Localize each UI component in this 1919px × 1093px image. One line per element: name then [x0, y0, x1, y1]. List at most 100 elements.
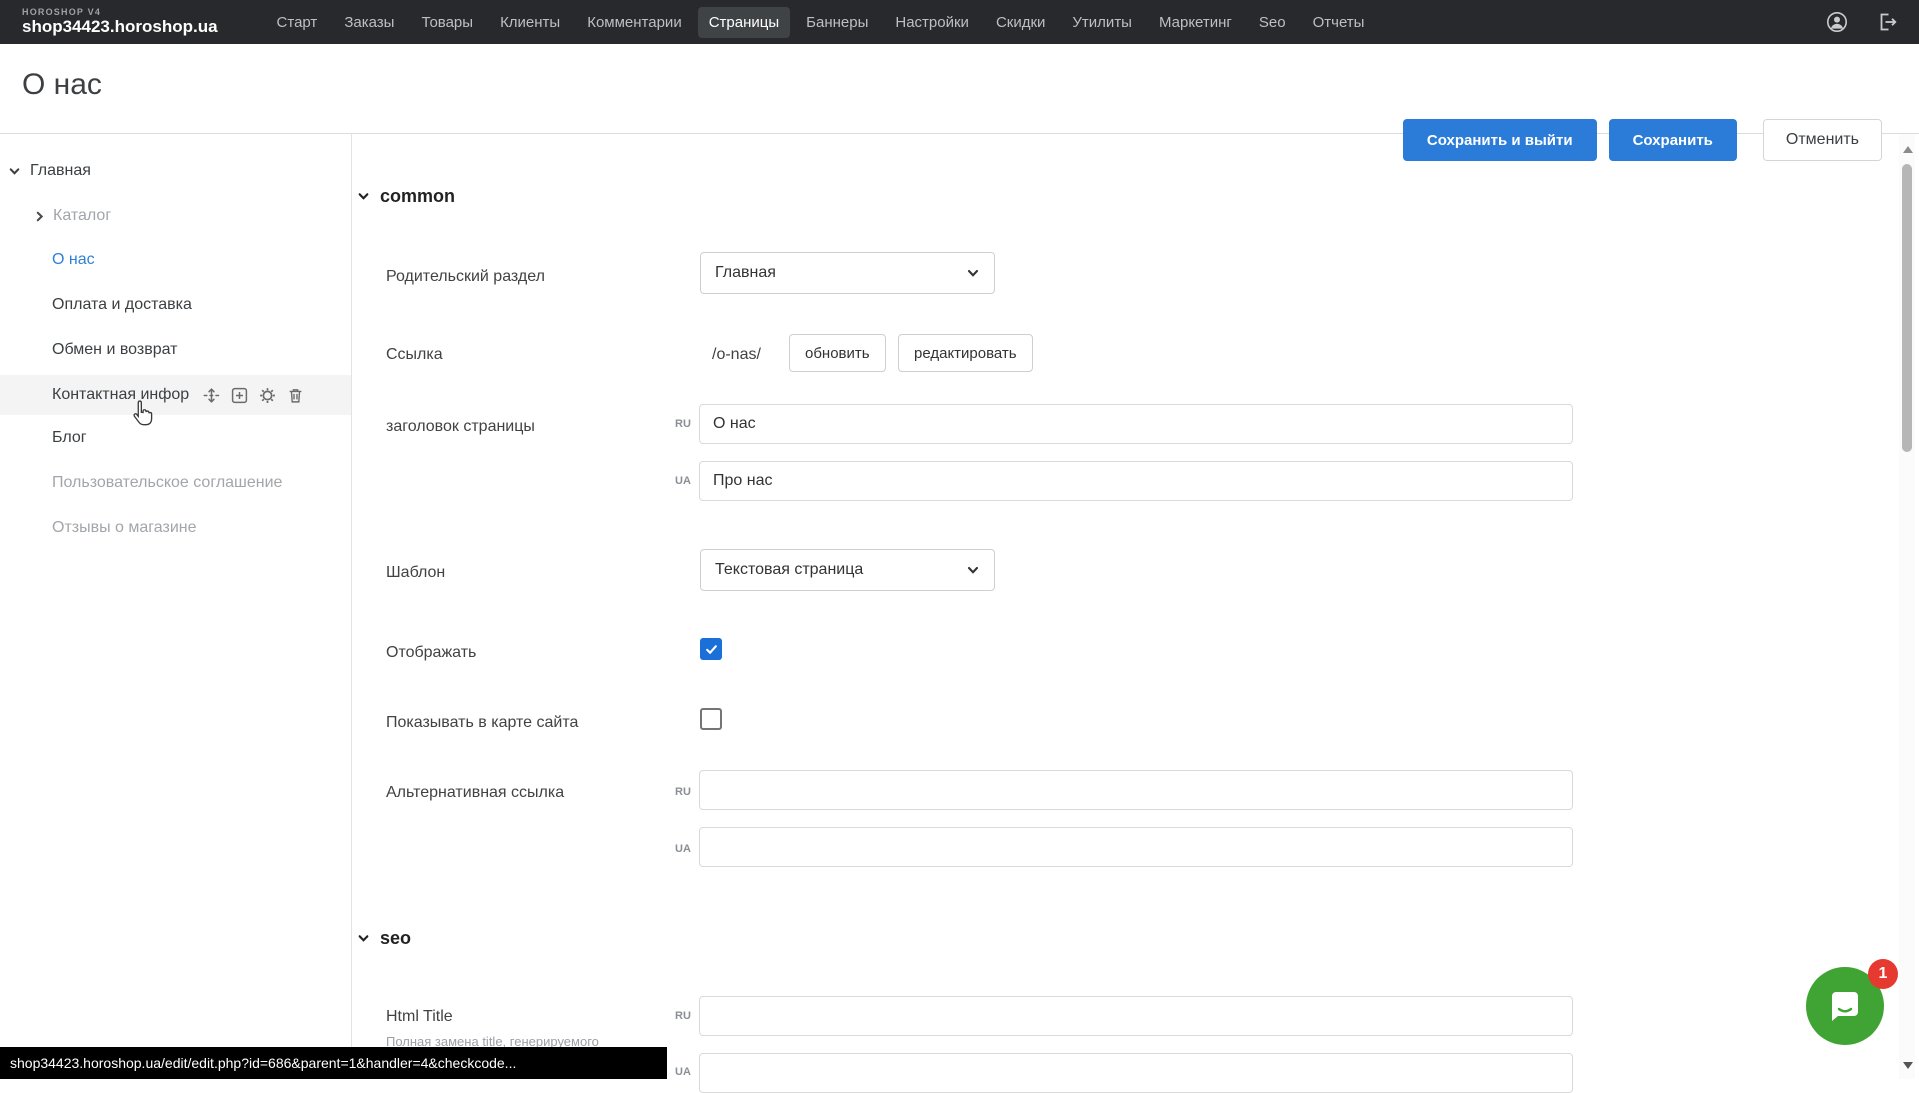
- alt-link-label: Альтернативная ссылка: [386, 784, 564, 802]
- sidebar-item-actions: [203, 387, 304, 404]
- page-title-ru-input[interactable]: [699, 404, 1573, 444]
- nav-products[interactable]: Товары: [410, 7, 484, 38]
- nav-clients[interactable]: Клиенты: [489, 7, 571, 38]
- nav-reports[interactable]: Отчеты: [1302, 7, 1376, 38]
- sidebar-divider: [351, 134, 352, 1079]
- sidebar-item-kontaktnaya[interactable]: Контактная инфор: [0, 375, 351, 415]
- sidebar-item-label: Отзывы о магазине: [52, 519, 197, 537]
- save-and-exit-button[interactable]: Сохранить и выйти: [1403, 119, 1597, 161]
- chevron-right-icon[interactable]: [33, 210, 46, 223]
- settings-gear-icon[interactable]: [259, 387, 276, 404]
- lang-badge-ua: UA: [675, 475, 691, 487]
- sidebar-item-soglashenie[interactable]: Пользовательское соглашение: [0, 463, 351, 503]
- topbar: HOROSHOP V4 shop34423.horoshop.ua Старт …: [0, 0, 1919, 44]
- parent-section-select[interactable]: Главная: [700, 252, 995, 294]
- status-url-text: shop34423.horoshop.ua/edit/edit.php?id=6…: [10, 1055, 516, 1071]
- nav-comments[interactable]: Комментарии: [576, 7, 692, 38]
- chevron-down-icon: [966, 563, 980, 577]
- section-seo-toggle[interactable]: seo: [357, 928, 411, 949]
- lang-badge-ru: RU: [675, 418, 691, 430]
- scroll-down-arrow-icon[interactable]: [1903, 1062, 1913, 1069]
- parent-section-label: Родительский раздел: [386, 268, 545, 286]
- page-header: О нас Сохранить и выйти Сохранить Отмени…: [0, 44, 1919, 134]
- pages-tree-sidebar: Главная Каталог О нас Оплата и доставка …: [0, 134, 351, 1079]
- chat-bubble-icon: [1824, 985, 1866, 1027]
- sidebar-item-otzyvy[interactable]: Отзывы о магазине: [0, 508, 351, 548]
- logout-icon[interactable]: [1875, 10, 1899, 34]
- nav-pages[interactable]: Страницы: [698, 7, 790, 38]
- sidebar-item-label: О нас: [52, 251, 95, 269]
- nav-utilities[interactable]: Утилиты: [1061, 7, 1143, 38]
- nav-seo[interactable]: Seo: [1248, 7, 1297, 38]
- sidebar-item-label: Блог: [52, 429, 87, 447]
- sidebar-item-glavnaya[interactable]: Главная: [0, 151, 351, 191]
- html-title-ru-input[interactable]: [699, 996, 1573, 1036]
- nav-start[interactable]: Старт: [266, 7, 329, 38]
- section-common-toggle[interactable]: common: [357, 186, 455, 207]
- link-label: Ссылка: [386, 346, 443, 364]
- sidebar-item-blog[interactable]: Блог: [0, 418, 351, 458]
- link-edit-button[interactable]: редактировать: [898, 334, 1033, 372]
- sidebar-item-label: Контактная инфор: [52, 386, 189, 404]
- lang-badge-ua: UA: [675, 1066, 691, 1078]
- save-button[interactable]: Сохранить: [1609, 119, 1737, 161]
- display-checkbox[interactable]: [700, 638, 722, 660]
- vertical-scrollbar[interactable]: [1899, 134, 1915, 1079]
- sidebar-item-label: Обмен и возврат: [52, 341, 177, 359]
- sitemap-label: Показывать в карте сайта: [386, 714, 578, 732]
- page-title-ua-input[interactable]: [699, 461, 1573, 501]
- nav-settings[interactable]: Настройки: [884, 7, 980, 38]
- scroll-up-arrow-icon[interactable]: [1903, 146, 1913, 153]
- sidebar-item-label: Главная: [30, 162, 91, 180]
- sitemap-checkbox[interactable]: [700, 708, 722, 730]
- select-value: Главная: [715, 264, 776, 282]
- sidebar-item-label: Оплата и доставка: [52, 296, 192, 314]
- alt-link-ru-input[interactable]: [699, 770, 1573, 810]
- lang-badge-ua: UA: [675, 843, 691, 855]
- sidebar-item-label: Каталог: [53, 207, 111, 225]
- chevron-down-icon: [357, 190, 370, 203]
- section-title: common: [380, 186, 455, 207]
- delete-trash-icon[interactable]: [287, 387, 304, 404]
- top-navigation: Старт Заказы Товары Клиенты Комментарии …: [266, 7, 1376, 38]
- template-label: Шаблон: [386, 564, 445, 582]
- cancel-button[interactable]: Отменить: [1763, 119, 1882, 161]
- topbar-right-icons: [1825, 10, 1899, 34]
- nav-discounts[interactable]: Скидки: [985, 7, 1056, 38]
- header-buttons: Сохранить и выйти Сохранить Отменить: [1403, 119, 1882, 161]
- scrollbar-thumb[interactable]: [1902, 164, 1912, 452]
- nav-orders[interactable]: Заказы: [333, 7, 405, 38]
- page-title: О нас: [22, 68, 102, 102]
- lang-badge-ru: RU: [675, 1010, 691, 1022]
- sidebar-item-obmen[interactable]: Обмен и возврат: [0, 330, 351, 370]
- sidebar-item-label: Пользовательское соглашение: [52, 474, 282, 492]
- display-label: Отображать: [386, 644, 476, 662]
- link-preview-statusbar: shop34423.horoshop.ua/edit/edit.php?id=6…: [0, 1047, 667, 1079]
- chat-unread-count: 1: [1879, 965, 1888, 983]
- sidebar-item-katalog[interactable]: Каталог: [0, 196, 351, 236]
- user-account-icon[interactable]: [1825, 10, 1849, 34]
- select-value: Текстовая страница: [715, 561, 863, 579]
- lang-badge-ru: RU: [675, 786, 691, 798]
- page-title-label: заголовок страницы: [386, 418, 535, 436]
- link-refresh-button[interactable]: обновить: [789, 334, 886, 372]
- html-title-label: Html Title: [386, 1008, 453, 1026]
- brand-domain-label: shop34423.horoshop.ua: [22, 18, 218, 36]
- chat-unread-badge: 1: [1868, 959, 1898, 989]
- add-page-icon[interactable]: [231, 387, 248, 404]
- link-path-value: /o-nas/: [712, 346, 761, 364]
- section-title: seo: [380, 928, 411, 949]
- chevron-down-icon: [966, 266, 980, 280]
- chevron-down-icon: [357, 932, 370, 945]
- sidebar-item-oplata[interactable]: Оплата и доставка: [0, 285, 351, 325]
- sidebar-item-o-nas[interactable]: О нас: [0, 240, 351, 280]
- chevron-down-icon[interactable]: [8, 165, 21, 178]
- nav-banners[interactable]: Баннеры: [795, 7, 879, 38]
- check-icon: [704, 642, 719, 657]
- html-title-ua-input[interactable]: [699, 1053, 1573, 1093]
- template-select[interactable]: Текстовая страница: [700, 549, 995, 591]
- brand-logo[interactable]: HOROSHOP V4 shop34423.horoshop.ua: [22, 8, 218, 35]
- nav-marketing[interactable]: Маркетинг: [1148, 7, 1243, 38]
- alt-link-ua-input[interactable]: [699, 827, 1573, 867]
- move-icon[interactable]: [203, 387, 220, 404]
